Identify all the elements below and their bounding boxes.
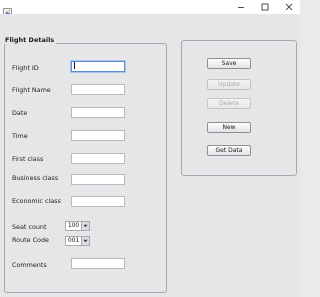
comments-field[interactable] — [71, 258, 125, 269]
new-button[interactable]: New — [207, 122, 251, 133]
flight-name-label: Flight Name — [12, 86, 51, 94]
date-field[interactable] — [71, 107, 125, 118]
close-icon[interactable] — [278, 0, 300, 14]
update-button[interactable]: Update — [207, 79, 251, 90]
section-title: Flight Details — [5, 36, 57, 44]
title-bar — [0, 0, 300, 17]
business-class-label: Business class — [12, 174, 59, 182]
time-label: Time — [12, 132, 28, 140]
comments-label: Comments — [12, 261, 47, 269]
route-code-label: Route Code — [12, 236, 49, 244]
route-code-select[interactable]: 001 — [65, 236, 90, 246]
flight-details-panel — [4, 43, 167, 293]
business-class-field[interactable] — [71, 174, 125, 185]
flight-id-field[interactable] — [71, 61, 125, 72]
time-field[interactable] — [71, 130, 125, 141]
get-data-button[interactable]: Get Data — [207, 145, 251, 156]
seat-count-label: Seat count — [12, 223, 47, 231]
flight-name-field[interactable] — [71, 84, 125, 95]
economic-class-field[interactable] — [71, 196, 125, 207]
chevron-down-icon[interactable] — [81, 237, 89, 245]
seat-count-value: 100 — [68, 223, 80, 229]
save-button[interactable]: Save — [207, 58, 251, 69]
first-class-label: First class — [12, 155, 44, 163]
delete-button[interactable]: Delete — [207, 98, 251, 109]
date-label: Date — [12, 109, 28, 117]
text-caret — [74, 62, 75, 69]
chevron-down-icon[interactable] — [81, 222, 89, 230]
maximize-icon[interactable] — [254, 0, 276, 14]
minimize-icon[interactable] — [230, 0, 252, 14]
first-class-field[interactable] — [71, 153, 125, 164]
route-code-value: 001 — [68, 238, 80, 244]
java-app-icon — [3, 2, 12, 17]
flight-id-label: Flight ID — [12, 64, 39, 72]
seat-count-select[interactable]: 100 — [65, 221, 90, 231]
economic-class-label: Economic class — [12, 197, 61, 205]
